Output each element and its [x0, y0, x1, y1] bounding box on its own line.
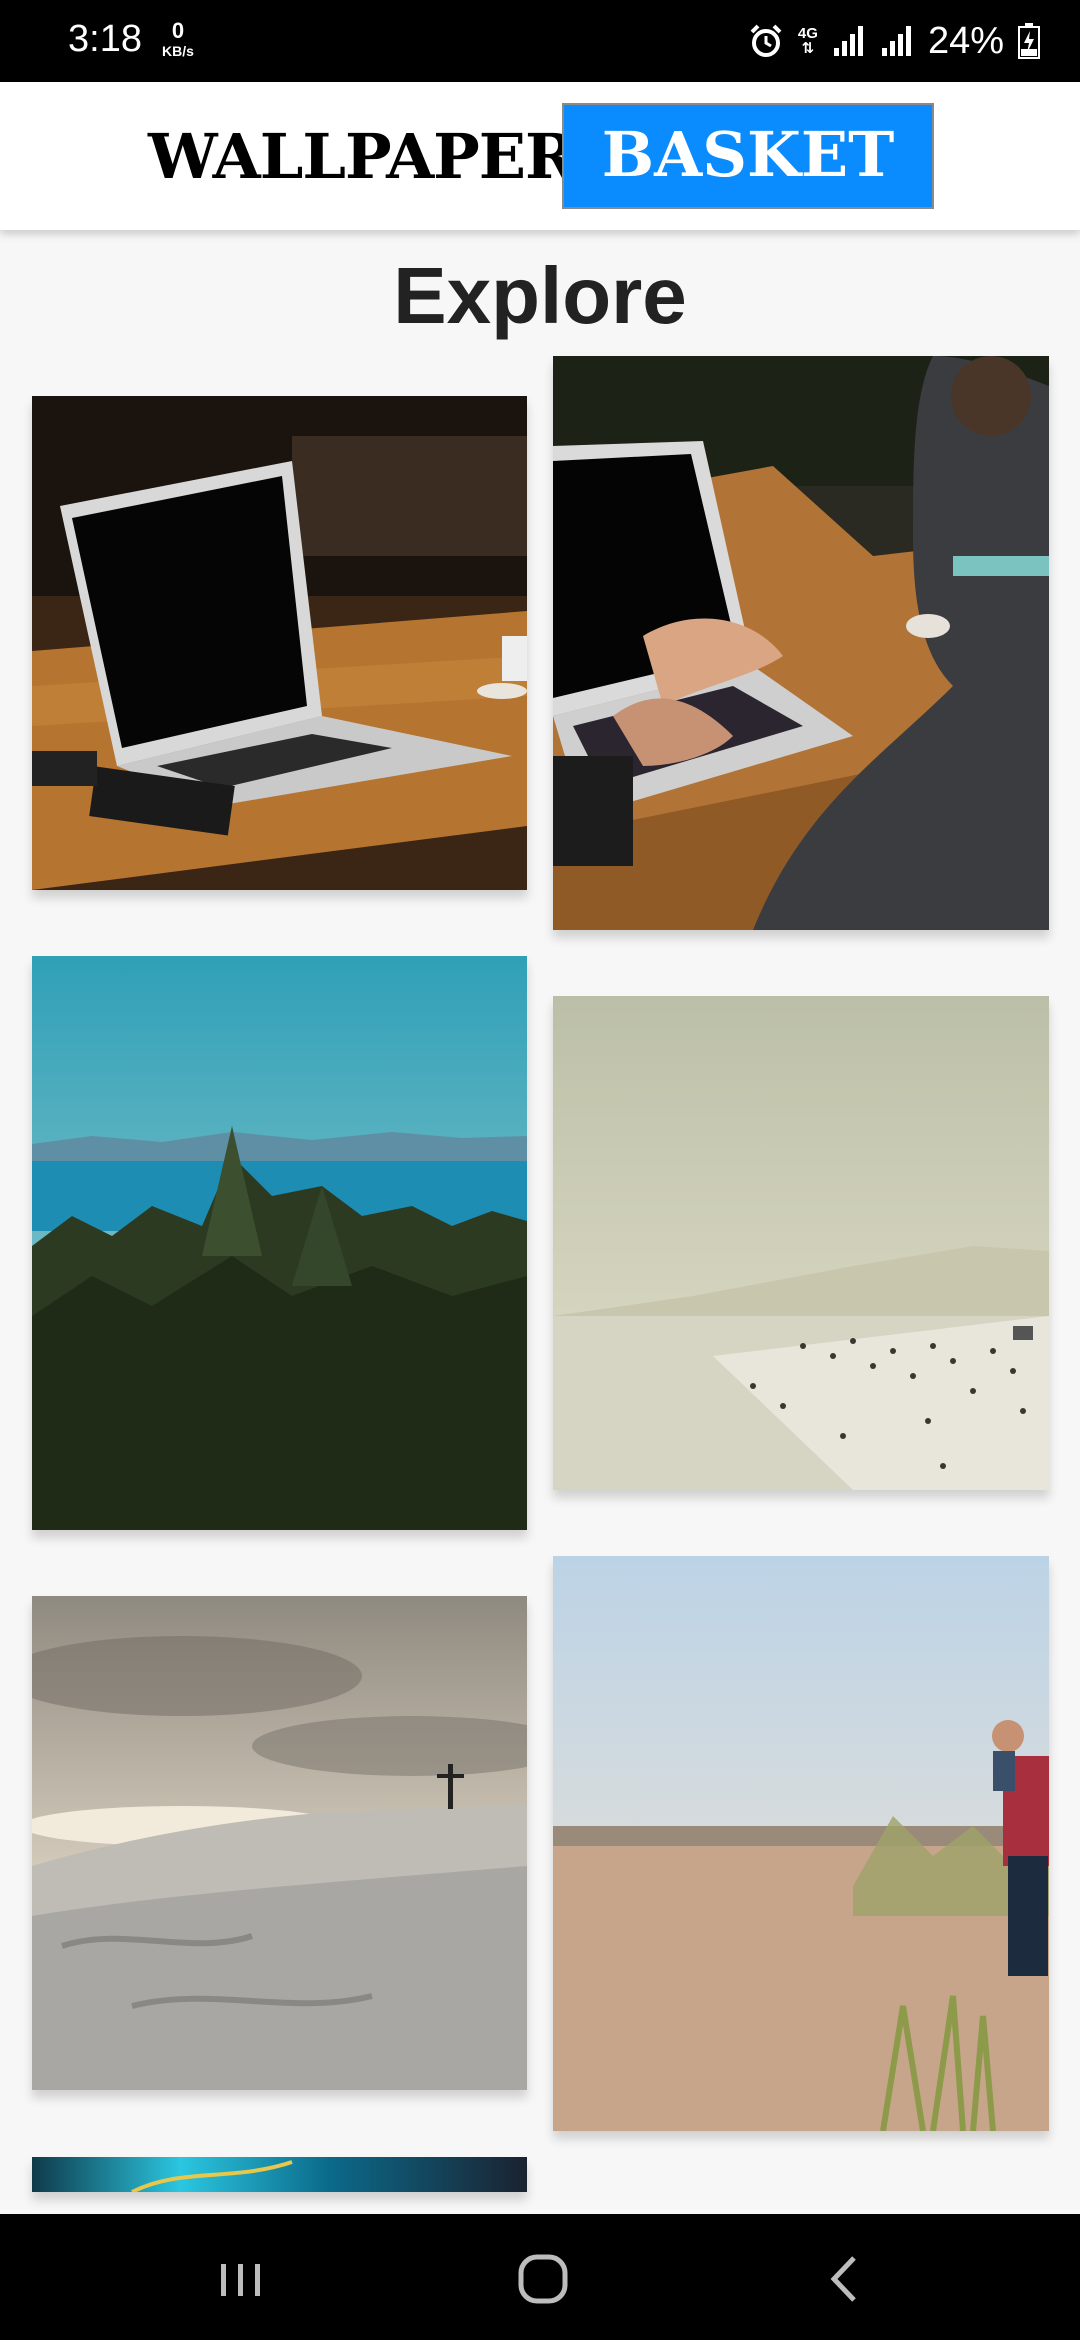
net-speed-unit: KB/s [162, 43, 194, 59]
net-speed: 0 KB/s [158, 18, 198, 59]
wallpaper-tile-beach-family[interactable] [553, 1556, 1049, 2131]
network-type: 4G ⇅ [797, 25, 818, 57]
recents-icon[interactable] [205, 2244, 275, 2314]
alarm-icon [750, 24, 782, 57]
page-title: Explore [393, 251, 687, 340]
wallpaper-image [553, 1556, 1049, 2131]
wallpaper-tile-laptop[interactable] [32, 396, 527, 890]
signal-icon [833, 26, 863, 56]
net-speed-value: 0 [171, 18, 185, 43]
wallpaper-image [32, 956, 527, 1530]
battery-charging-icon [1018, 23, 1040, 59]
status-bar: 3:18 0 KB/s 4G ⇅ 24% [0, 0, 1080, 82]
logo-text-wallpaper: WALLPAPER [148, 120, 577, 193]
wallpaper-image [32, 2157, 527, 2192]
wallpaper-image [32, 396, 527, 890]
wallpaper-image [553, 356, 1049, 930]
wallpaper-tile-man-typing[interactable] [553, 356, 1049, 930]
battery-percentage: 24% [927, 19, 1004, 62]
back-icon[interactable] [810, 2244, 880, 2314]
wallpaper-image [32, 1596, 527, 2090]
wallpaper-image [553, 996, 1049, 1490]
wallpaper-tile-partial[interactable] [32, 2157, 527, 2192]
logo-text-basket: BASKET [562, 103, 934, 209]
wallpaper-tile-snowy-hill[interactable] [32, 1596, 527, 2090]
navigation-bar [0, 2214, 1080, 2340]
status-time: 3:18 [68, 18, 142, 60]
wallpaper-tile-forest-sea[interactable] [32, 956, 527, 1530]
wallpaper-tile-hazy-beach[interactable] [553, 996, 1049, 1490]
signal-icon [881, 26, 911, 56]
home-icon[interactable] [508, 2244, 578, 2314]
